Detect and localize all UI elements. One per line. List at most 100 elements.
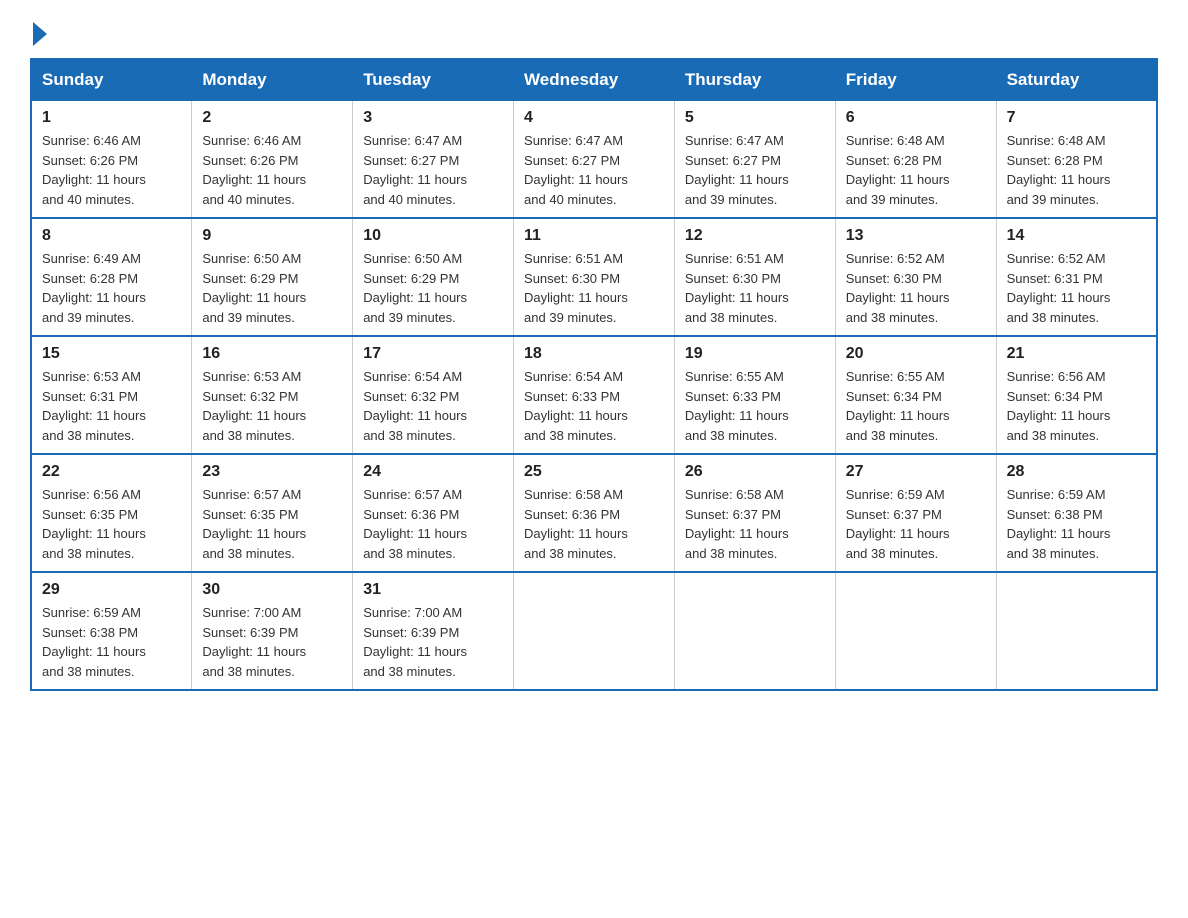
day-info: Sunrise: 6:47 AMSunset: 6:27 PMDaylight:… <box>685 133 789 207</box>
calendar-week-row: 15 Sunrise: 6:53 AMSunset: 6:31 PMDaylig… <box>31 336 1157 454</box>
day-info: Sunrise: 6:59 AMSunset: 6:38 PMDaylight:… <box>42 605 146 679</box>
calendar-cell: 17 Sunrise: 6:54 AMSunset: 6:32 PMDaylig… <box>353 336 514 454</box>
day-info: Sunrise: 6:54 AMSunset: 6:33 PMDaylight:… <box>524 369 628 443</box>
day-info: Sunrise: 6:53 AMSunset: 6:31 PMDaylight:… <box>42 369 146 443</box>
calendar-cell: 23 Sunrise: 6:57 AMSunset: 6:35 PMDaylig… <box>192 454 353 572</box>
day-info: Sunrise: 6:46 AMSunset: 6:26 PMDaylight:… <box>42 133 146 207</box>
day-number: 28 <box>1007 463 1146 481</box>
calendar-cell: 29 Sunrise: 6:59 AMSunset: 6:38 PMDaylig… <box>31 572 192 690</box>
day-number: 16 <box>202 345 342 363</box>
day-info: Sunrise: 6:48 AMSunset: 6:28 PMDaylight:… <box>1007 133 1111 207</box>
day-info: Sunrise: 6:47 AMSunset: 6:27 PMDaylight:… <box>363 133 467 207</box>
calendar-week-row: 8 Sunrise: 6:49 AMSunset: 6:28 PMDayligh… <box>31 218 1157 336</box>
day-info: Sunrise: 6:47 AMSunset: 6:27 PMDaylight:… <box>524 133 628 207</box>
day-info: Sunrise: 6:58 AMSunset: 6:36 PMDaylight:… <box>524 487 628 561</box>
calendar-cell: 25 Sunrise: 6:58 AMSunset: 6:36 PMDaylig… <box>514 454 675 572</box>
day-info: Sunrise: 6:54 AMSunset: 6:32 PMDaylight:… <box>363 369 467 443</box>
day-info: Sunrise: 6:55 AMSunset: 6:33 PMDaylight:… <box>685 369 789 443</box>
day-number: 21 <box>1007 345 1146 363</box>
calendar-cell: 6 Sunrise: 6:48 AMSunset: 6:28 PMDayligh… <box>835 101 996 219</box>
calendar-cell: 5 Sunrise: 6:47 AMSunset: 6:27 PMDayligh… <box>674 101 835 219</box>
calendar-cell: 8 Sunrise: 6:49 AMSunset: 6:28 PMDayligh… <box>31 218 192 336</box>
header-wednesday: Wednesday <box>514 59 675 101</box>
day-number: 15 <box>42 345 181 363</box>
calendar-cell: 20 Sunrise: 6:55 AMSunset: 6:34 PMDaylig… <box>835 336 996 454</box>
calendar-cell: 7 Sunrise: 6:48 AMSunset: 6:28 PMDayligh… <box>996 101 1157 219</box>
day-info: Sunrise: 6:52 AMSunset: 6:31 PMDaylight:… <box>1007 251 1111 325</box>
day-number: 17 <box>363 345 503 363</box>
calendar-cell: 28 Sunrise: 6:59 AMSunset: 6:38 PMDaylig… <box>996 454 1157 572</box>
calendar-cell <box>835 572 996 690</box>
calendar-week-row: 1 Sunrise: 6:46 AMSunset: 6:26 PMDayligh… <box>31 101 1157 219</box>
day-info: Sunrise: 6:52 AMSunset: 6:30 PMDaylight:… <box>846 251 950 325</box>
day-number: 25 <box>524 463 664 481</box>
day-number: 6 <box>846 109 986 127</box>
calendar-cell: 12 Sunrise: 6:51 AMSunset: 6:30 PMDaylig… <box>674 218 835 336</box>
day-number: 19 <box>685 345 825 363</box>
calendar-cell: 27 Sunrise: 6:59 AMSunset: 6:37 PMDaylig… <box>835 454 996 572</box>
calendar-cell <box>674 572 835 690</box>
header-sunday: Sunday <box>31 59 192 101</box>
day-number: 13 <box>846 227 986 245</box>
day-number: 7 <box>1007 109 1146 127</box>
calendar-cell: 10 Sunrise: 6:50 AMSunset: 6:29 PMDaylig… <box>353 218 514 336</box>
day-info: Sunrise: 7:00 AMSunset: 6:39 PMDaylight:… <box>363 605 467 679</box>
calendar-cell: 1 Sunrise: 6:46 AMSunset: 6:26 PMDayligh… <box>31 101 192 219</box>
day-number: 29 <box>42 581 181 599</box>
calendar-cell: 2 Sunrise: 6:46 AMSunset: 6:26 PMDayligh… <box>192 101 353 219</box>
calendar-week-row: 22 Sunrise: 6:56 AMSunset: 6:35 PMDaylig… <box>31 454 1157 572</box>
header-thursday: Thursday <box>674 59 835 101</box>
day-info: Sunrise: 6:58 AMSunset: 6:37 PMDaylight:… <box>685 487 789 561</box>
day-number: 26 <box>685 463 825 481</box>
day-number: 20 <box>846 345 986 363</box>
day-info: Sunrise: 6:48 AMSunset: 6:28 PMDaylight:… <box>846 133 950 207</box>
calendar-cell: 4 Sunrise: 6:47 AMSunset: 6:27 PMDayligh… <box>514 101 675 219</box>
calendar-cell: 16 Sunrise: 6:53 AMSunset: 6:32 PMDaylig… <box>192 336 353 454</box>
day-number: 2 <box>202 109 342 127</box>
day-number: 31 <box>363 581 503 599</box>
day-number: 3 <box>363 109 503 127</box>
calendar-cell: 31 Sunrise: 7:00 AMSunset: 6:39 PMDaylig… <box>353 572 514 690</box>
day-info: Sunrise: 6:49 AMSunset: 6:28 PMDaylight:… <box>42 251 146 325</box>
calendar-cell: 15 Sunrise: 6:53 AMSunset: 6:31 PMDaylig… <box>31 336 192 454</box>
logo <box>30 20 47 42</box>
calendar-cell: 13 Sunrise: 6:52 AMSunset: 6:30 PMDaylig… <box>835 218 996 336</box>
calendar-cell: 9 Sunrise: 6:50 AMSunset: 6:29 PMDayligh… <box>192 218 353 336</box>
day-number: 1 <box>42 109 181 127</box>
day-number: 30 <box>202 581 342 599</box>
day-number: 23 <box>202 463 342 481</box>
day-number: 10 <box>363 227 503 245</box>
calendar-table: SundayMondayTuesdayWednesdayThursdayFrid… <box>30 58 1158 691</box>
day-number: 27 <box>846 463 986 481</box>
calendar-cell: 30 Sunrise: 7:00 AMSunset: 6:39 PMDaylig… <box>192 572 353 690</box>
day-info: Sunrise: 6:57 AMSunset: 6:35 PMDaylight:… <box>202 487 306 561</box>
header-monday: Monday <box>192 59 353 101</box>
day-number: 22 <box>42 463 181 481</box>
calendar-cell: 14 Sunrise: 6:52 AMSunset: 6:31 PMDaylig… <box>996 218 1157 336</box>
header-saturday: Saturday <box>996 59 1157 101</box>
day-info: Sunrise: 6:55 AMSunset: 6:34 PMDaylight:… <box>846 369 950 443</box>
day-number: 14 <box>1007 227 1146 245</box>
day-info: Sunrise: 6:59 AMSunset: 6:37 PMDaylight:… <box>846 487 950 561</box>
day-number: 8 <box>42 227 181 245</box>
day-number: 11 <box>524 227 664 245</box>
day-info: Sunrise: 6:59 AMSunset: 6:38 PMDaylight:… <box>1007 487 1111 561</box>
day-info: Sunrise: 6:57 AMSunset: 6:36 PMDaylight:… <box>363 487 467 561</box>
day-number: 18 <box>524 345 664 363</box>
day-number: 24 <box>363 463 503 481</box>
day-info: Sunrise: 6:50 AMSunset: 6:29 PMDaylight:… <box>202 251 306 325</box>
calendar-cell: 3 Sunrise: 6:47 AMSunset: 6:27 PMDayligh… <box>353 101 514 219</box>
day-info: Sunrise: 7:00 AMSunset: 6:39 PMDaylight:… <box>202 605 306 679</box>
calendar-week-row: 29 Sunrise: 6:59 AMSunset: 6:38 PMDaylig… <box>31 572 1157 690</box>
day-number: 5 <box>685 109 825 127</box>
calendar-cell: 24 Sunrise: 6:57 AMSunset: 6:36 PMDaylig… <box>353 454 514 572</box>
day-info: Sunrise: 6:51 AMSunset: 6:30 PMDaylight:… <box>524 251 628 325</box>
day-info: Sunrise: 6:56 AMSunset: 6:34 PMDaylight:… <box>1007 369 1111 443</box>
day-info: Sunrise: 6:53 AMSunset: 6:32 PMDaylight:… <box>202 369 306 443</box>
calendar-header-row: SundayMondayTuesdayWednesdayThursdayFrid… <box>31 59 1157 101</box>
logo-arrow-icon <box>33 22 47 46</box>
day-info: Sunrise: 6:56 AMSunset: 6:35 PMDaylight:… <box>42 487 146 561</box>
day-number: 12 <box>685 227 825 245</box>
day-info: Sunrise: 6:50 AMSunset: 6:29 PMDaylight:… <box>363 251 467 325</box>
day-number: 4 <box>524 109 664 127</box>
